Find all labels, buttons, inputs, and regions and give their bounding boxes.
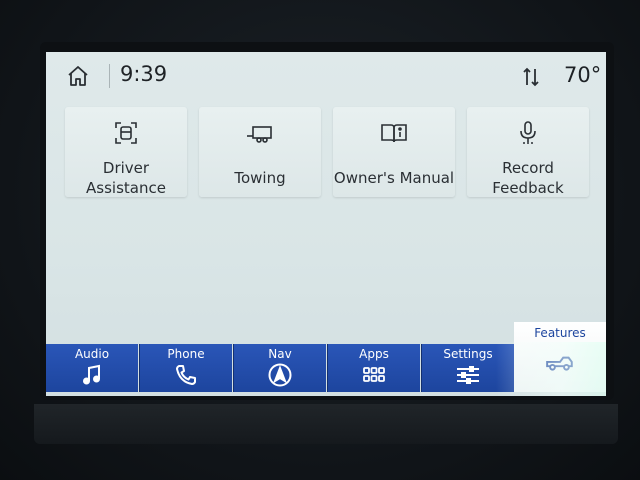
clock: 9:39 bbox=[120, 62, 168, 86]
tile-owners-manual[interactable]: Owner's Manual bbox=[333, 107, 455, 197]
nav-features[interactable]: Features bbox=[514, 322, 606, 392]
nav-label: Phone bbox=[167, 347, 205, 361]
trailer-icon bbox=[247, 126, 272, 143]
tile-record-feedback[interactable]: Record Feedback bbox=[467, 107, 589, 197]
nav-label: Features bbox=[534, 326, 586, 340]
tile-driver-assistance[interactable]: Driver Assistance bbox=[65, 107, 187, 197]
driver-assist-icon bbox=[115, 122, 137, 144]
tile-label: Towing bbox=[234, 169, 286, 187]
sort-arrows-icon[interactable] bbox=[522, 65, 540, 89]
microphone-icon bbox=[520, 121, 536, 144]
apps-grid-icon bbox=[363, 367, 385, 382]
infotainment-screen: 9:39 70° Driver Assistance Towing Owner'… bbox=[46, 52, 606, 396]
nav-label: Apps bbox=[359, 347, 389, 361]
status-bar: 9:39 70° bbox=[46, 52, 606, 100]
nav-navigation[interactable]: Nav bbox=[234, 344, 326, 392]
tile-label: Owner's Manual bbox=[333, 169, 455, 187]
nav-phone[interactable]: Phone bbox=[140, 344, 232, 392]
tile-label: Driver Assistance bbox=[86, 159, 166, 197]
nav-settings[interactable]: Settings bbox=[422, 344, 514, 392]
home-icon[interactable] bbox=[66, 65, 90, 87]
nav-label: Nav bbox=[268, 347, 292, 361]
bottom-nav-bar: Audio Phone Nav Apps Settings Features bbox=[46, 322, 606, 396]
book-icon bbox=[381, 124, 407, 143]
tile-towing[interactable]: Towing bbox=[199, 107, 321, 197]
outside-temperature: 70° bbox=[564, 63, 602, 87]
status-separator bbox=[109, 64, 110, 88]
nav-apps[interactable]: Apps bbox=[328, 344, 420, 392]
music-note-icon bbox=[83, 364, 100, 385]
features-tiles: Driver Assistance Towing Owner's Manual bbox=[65, 107, 589, 197]
navigation-arrow-icon bbox=[268, 363, 292, 387]
nav-audio[interactable]: Audio bbox=[46, 344, 138, 392]
nav-label: Settings bbox=[443, 347, 493, 361]
phone-icon bbox=[176, 365, 196, 385]
sliders-icon bbox=[457, 366, 479, 384]
truck-icon bbox=[546, 356, 573, 371]
lower-trim bbox=[34, 404, 618, 444]
tile-label: Record Feedback bbox=[492, 159, 564, 197]
nav-label: Audio bbox=[74, 347, 110, 361]
